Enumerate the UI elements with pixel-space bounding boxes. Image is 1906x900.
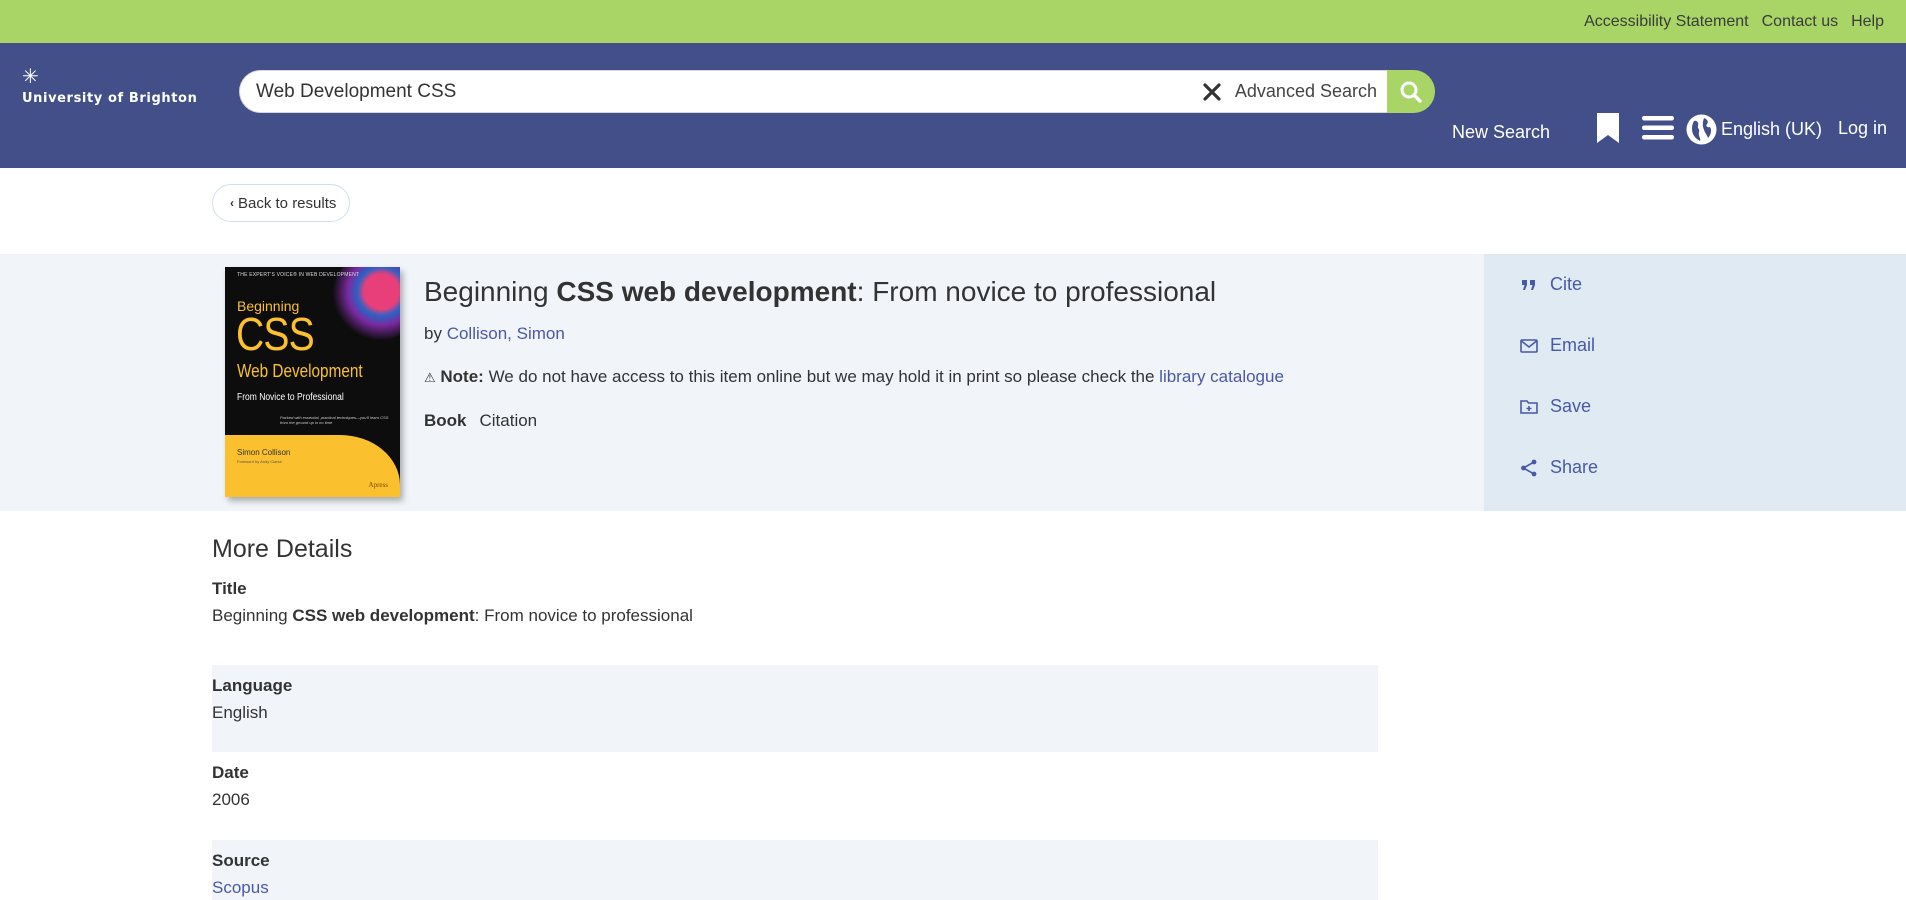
detail-title-post: : From novice to professional [474, 606, 693, 625]
new-search-link[interactable]: New Search [1452, 122, 1550, 143]
folder-plus-icon [1520, 399, 1538, 414]
cover-subtitle: From Novice to Professional [237, 392, 344, 403]
detail-row-title: Title Beginning CSS web development: Fro… [212, 568, 1378, 665]
detail-row-source: Source Scopus [212, 840, 1378, 900]
detail-title-bold: CSS web development [292, 606, 475, 625]
university-logo[interactable]: ✳ University of Brighton [22, 67, 197, 106]
cover-author: Simon Collison [237, 448, 291, 457]
bookmark-button[interactable] [1597, 113, 1619, 148]
detail-value: Scopus [212, 878, 1378, 898]
search-box: Advanced Search [239, 70, 1387, 113]
detail-label: Language [212, 676, 293, 695]
globe-icon [1686, 114, 1717, 145]
author-link[interactable]: Collison, Simon [447, 324, 565, 343]
more-details-heading: More Details [212, 535, 353, 563]
bookmark-icon [1597, 113, 1619, 143]
quote-icon [1522, 279, 1535, 290]
detail-value: Beginning CSS web development: From novi… [212, 606, 1378, 626]
accessibility-statement-link[interactable]: Accessibility Statement [1584, 13, 1749, 31]
item-type-row: Book Citation [424, 411, 537, 431]
back-to-results-button[interactable]: ‹ Back to results [212, 184, 351, 222]
login-link[interactable]: Log in [1838, 118, 1887, 139]
detail-value: 2006 [212, 790, 250, 809]
back-to-results-label: Back to results [238, 194, 337, 212]
item-type: Book [424, 411, 467, 430]
detail-label: Title [212, 579, 247, 598]
contact-us-link[interactable]: Contact us [1762, 13, 1838, 31]
menu-button[interactable] [1642, 116, 1674, 145]
library-catalogue-link[interactable]: library catalogue [1159, 367, 1284, 386]
language-button[interactable] [1686, 114, 1717, 150]
by-label: by [424, 324, 442, 343]
book-cover-image[interactable]: THE EXPERT'S VOICE® IN WEB DEVELOPMENT B… [225, 267, 400, 497]
note-label: Note: [440, 367, 484, 386]
language-selector[interactable]: English (UK) [1721, 119, 1822, 140]
search-button[interactable] [1387, 70, 1435, 113]
clear-search-button[interactable] [1199, 79, 1225, 105]
search-input[interactable] [256, 80, 1199, 103]
cover-fractal-art [332, 267, 400, 341]
site-header: ✳ University of Brighton Advanced Search… [0, 43, 1906, 168]
share-label: Share [1550, 457, 1599, 477]
detail-label: Source [212, 851, 270, 870]
detail-title-pre: Beginning [212, 606, 293, 625]
access-note: ⚠ Note: We do not have access to this it… [424, 367, 1284, 387]
item-summary: THE EXPERT'S VOICE® IN WEB DEVELOPMENT B… [0, 254, 1906, 511]
warning-icon: ⚠ [424, 370, 436, 385]
cite-label: Cite [1550, 274, 1583, 294]
detail-value: English [212, 703, 268, 722]
search-icon [1400, 81, 1422, 103]
detail-label: Date [212, 763, 249, 782]
email-label: Email [1550, 335, 1596, 355]
item-citation-badge: Citation [479, 411, 538, 430]
actions-panel: Cite Email Save Share [1484, 254, 1906, 511]
item-title: Beginning CSS web development: From novi… [424, 276, 1216, 308]
envelope-icon [1520, 338, 1538, 353]
cite-action[interactable]: Cite [1520, 274, 1582, 295]
chevron-left-icon: ‹ [230, 196, 234, 210]
title-post: : From novice to professional [856, 276, 1217, 307]
help-link[interactable]: Help [1851, 13, 1884, 31]
search-bar: Advanced Search [239, 70, 1435, 113]
close-icon [1203, 82, 1221, 101]
cover-foreword: Foreword by Andy Clarke [237, 459, 282, 464]
note-text: We do not have access to this item onlin… [483, 367, 1160, 386]
byline: by Collison, Simon [424, 324, 565, 344]
title-pre: Beginning [424, 276, 557, 307]
title-bold: CSS web development [556, 276, 857, 307]
share-icon [1521, 459, 1537, 476]
cover-publisher: Apress [368, 481, 388, 489]
save-label: Save [1550, 396, 1592, 416]
detail-row-date: Date 2006 [212, 752, 1378, 840]
advanced-search-link[interactable]: Advanced Search [1235, 81, 1377, 102]
logo-star-icon: ✳ [22, 66, 39, 88]
email-action[interactable]: Email [1520, 335, 1595, 356]
cover-title-line2: CSS [236, 308, 315, 360]
logo-text: University of Brighton [22, 91, 198, 106]
detail-row-language: Language English [212, 665, 1378, 752]
save-action[interactable]: Save [1520, 396, 1591, 417]
utility-bar: Accessibility Statement Contact us Help [0, 0, 1906, 43]
source-link[interactable]: Scopus [212, 878, 269, 897]
share-action[interactable]: Share [1520, 457, 1598, 478]
cover-series: THE EXPERT'S VOICE® IN WEB DEVELOPMENT [237, 272, 360, 278]
hamburger-menu-icon [1642, 116, 1674, 140]
cover-title-line3: Web Development [237, 361, 363, 381]
cover-blurb: Packed with essential, practical techniq… [280, 415, 389, 425]
